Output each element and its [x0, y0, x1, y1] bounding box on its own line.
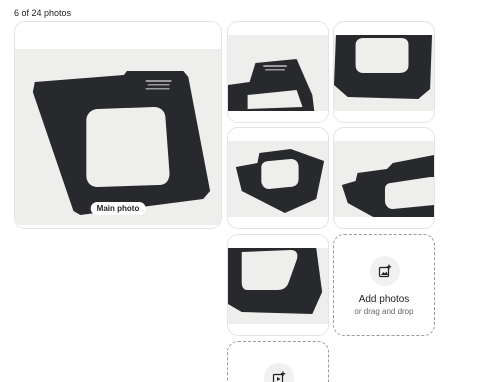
add-photos-tile[interactable]: Add photos or drag and drop	[333, 234, 435, 336]
photo-tile-3[interactable]	[333, 21, 435, 123]
add-photos-title: Add photos	[358, 294, 410, 305]
photo-thumbnail	[228, 248, 328, 324]
photo-thumbnail	[228, 35, 328, 111]
photo-thumbnail	[334, 35, 434, 111]
photo-tile-2[interactable]	[227, 21, 329, 123]
add-video-icon	[264, 363, 294, 382]
main-photo-tile[interactable]: Main photo	[14, 21, 222, 229]
add-photos-subtitle: or drag and drop	[354, 307, 414, 316]
photo-counter: 6 of 24 photos	[14, 8, 72, 18]
photo-thumbnail	[334, 141, 434, 217]
photo-tile-6[interactable]	[227, 234, 329, 336]
photo-tile-4[interactable]	[227, 127, 329, 229]
photo-thumbnail	[228, 141, 328, 217]
photo-tile-5[interactable]	[333, 127, 435, 229]
add-photo-icon	[370, 256, 400, 286]
add-video-tile[interactable]	[227, 341, 329, 382]
main-photo-label: Main photo	[90, 202, 146, 215]
main-photo	[15, 49, 221, 225]
